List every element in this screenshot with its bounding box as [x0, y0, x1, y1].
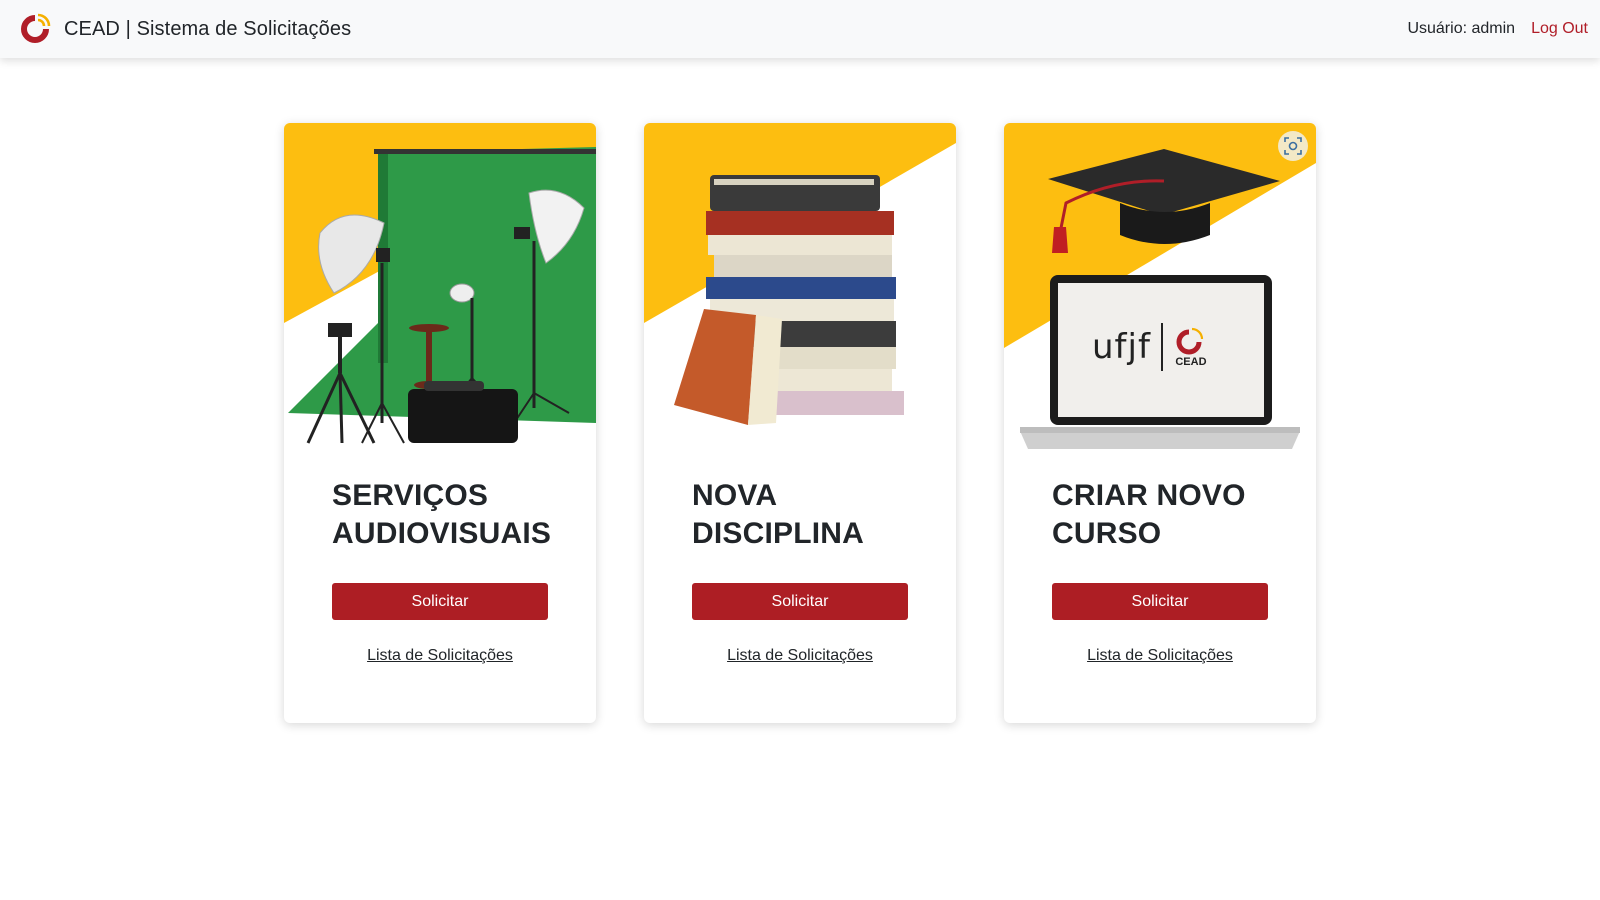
card-title: NOVA DISCIPLINA — [692, 479, 865, 550]
user-label: Usuário: admin — [1407, 20, 1516, 37]
card-title: CRIAR NOVO CURSO — [1052, 479, 1246, 550]
visual-search-icon[interactable] — [1278, 131, 1308, 161]
app-title: CEAD | Sistema de Solicitações — [64, 17, 352, 40]
request-list-link[interactable]: Lista de Solicitações — [332, 647, 548, 665]
photo-studio-equipment-icon — [284, 123, 596, 444]
cead-logo-icon — [1176, 327, 1204, 355]
card-image — [644, 123, 956, 463]
top-navbar: CEAD | Sistema de Solicitações Usuário: … — [0, 0, 1600, 58]
card-title: SERVIÇOS AUDIOVISUAIS — [332, 479, 552, 550]
card-audiovisual-services: SERVIÇOS AUDIOVISUAIS Solicitar Lista de … — [284, 123, 596, 723]
request-list-link[interactable]: Lista de Solicitações — [1052, 647, 1268, 665]
brand[interactable]: CEAD | Sistema de Solicitações — [18, 12, 351, 46]
solicitar-button[interactable]: Solicitar — [332, 583, 548, 620]
card-new-discipline: NOVA DISCIPLINA Solicitar Lista de Solici… — [644, 123, 956, 723]
card-create-course: ufjf CEAD CRIAR NOVO CURSO Solicitar List… — [1004, 123, 1316, 723]
user-area: Usuário: admin Log Out — [1407, 20, 1588, 38]
card-image — [284, 123, 596, 463]
solicitar-button[interactable]: Solicitar — [1052, 583, 1268, 620]
request-list-link[interactable]: Lista de Solicitações — [692, 647, 908, 665]
card-image: ufjf CEAD — [1004, 123, 1316, 463]
solicitar-button[interactable]: Solicitar — [692, 583, 908, 620]
cead-logo-icon — [21, 13, 51, 43]
stack-of-books-icon — [644, 123, 956, 425]
logout-link[interactable]: Log Out — [1531, 20, 1588, 38]
laptop-screen-logo: ufjf CEAD — [1092, 323, 1209, 371]
graduation-cap-and-laptop-icon — [1004, 123, 1316, 449]
